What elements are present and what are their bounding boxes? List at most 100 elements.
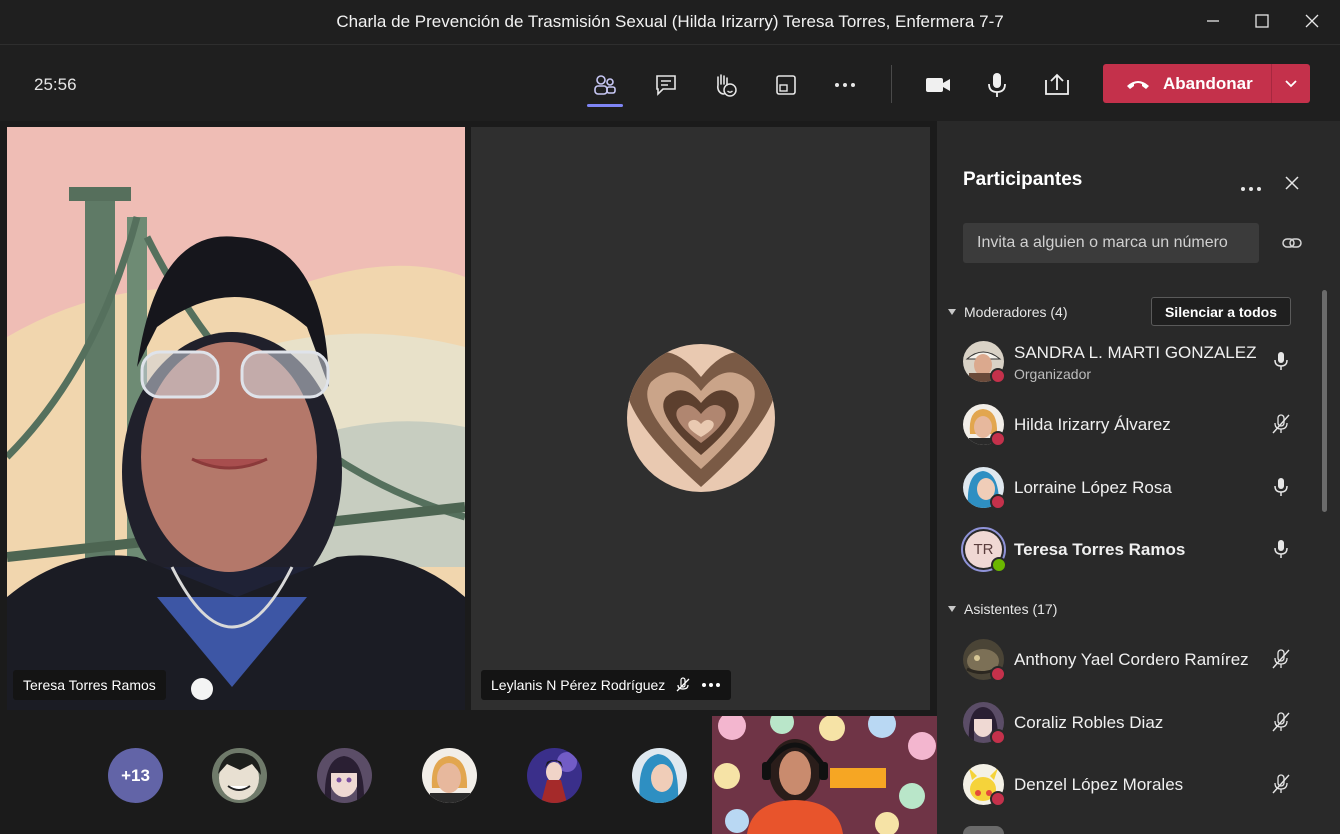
microphone-icon: [1274, 540, 1288, 558]
participant-name: SANDRA L. MARTI GONZALEZ: [1014, 343, 1257, 362]
share-tray-button[interactable]: [766, 65, 806, 105]
avatar-photo-blue-hair: [632, 748, 687, 803]
window-title: Charla de Prevención de Trasmisión Sexua…: [336, 12, 1004, 31]
presence-busy: [990, 368, 1006, 384]
participant-row[interactable]: Hilda Irizarry Álvarez: [937, 396, 1317, 452]
microphone-icon: [988, 73, 1006, 97]
self-view-video[interactable]: [712, 716, 937, 834]
leave-main[interactable]: Abandonar: [1103, 64, 1271, 103]
participant-row[interactable]: Denzel López Morales: [937, 756, 1317, 812]
people-icon: [594, 75, 616, 95]
partial-avatar: [963, 826, 1004, 834]
avatar: [963, 764, 1006, 807]
presence-busy: [990, 431, 1006, 447]
strip-avatar[interactable]: [422, 748, 477, 803]
avatar: [963, 404, 1006, 447]
hang-up-icon: [1127, 80, 1149, 89]
participant-row[interactable]: Coraliz Robles Diaz: [937, 694, 1317, 750]
ellipsis-icon[interactable]: [701, 682, 721, 688]
leave-options-button[interactable]: [1272, 64, 1310, 103]
meeting-timer: 25:56: [34, 75, 77, 94]
avatar-anime-girl: [317, 748, 372, 803]
panel-scrollbar[interactable]: [1322, 290, 1327, 512]
share-content-button[interactable]: [1037, 65, 1077, 105]
participant-avatar-heart: [627, 344, 775, 492]
mute-all-button[interactable]: Silenciar a todos: [1151, 297, 1291, 326]
participant-name: Anthony Yael Cordero Ramírez: [1014, 650, 1249, 669]
participants-button[interactable]: [585, 65, 625, 107]
video-tile-name-text: Leylanis N Pérez Rodríguez: [491, 677, 666, 693]
panel-close-button[interactable]: [1284, 175, 1300, 196]
caret-down-icon: [948, 309, 956, 315]
mic-off-icon: [1272, 712, 1290, 732]
panel-title: Participantes: [963, 169, 1083, 190]
mic-off-icon: [1272, 414, 1290, 434]
mic-off-icon: [1272, 774, 1290, 794]
participant-name: Teresa Torres Ramos: [1014, 540, 1186, 559]
strip-avatar[interactable]: [632, 748, 687, 803]
participant-role: Organizador: [1014, 366, 1092, 382]
participant-row[interactable]: SANDRA L. MARTI GONZALEZ Organizador: [937, 333, 1317, 389]
avatar-anime-warrior: [527, 748, 582, 803]
presence-busy: [990, 494, 1006, 510]
panel-more-button[interactable]: [1240, 179, 1262, 197]
chat-button[interactable]: [646, 65, 686, 105]
participant-row[interactable]: Lorraine López Rosa: [937, 459, 1317, 515]
leave-label: Abandonar: [1163, 73, 1253, 93]
presence-available: [991, 557, 1007, 573]
video-tile-name: Teresa Torres Ramos: [13, 670, 166, 700]
microphone-icon: [1274, 352, 1288, 370]
participant-video: [7, 127, 465, 710]
microphone-icon: [1274, 478, 1288, 496]
video-tile-name-text: Teresa Torres Ramos: [23, 677, 156, 693]
more-participants-badge[interactable]: +13: [108, 748, 163, 803]
avatar-anime-smile: [212, 748, 267, 803]
ellipsis-icon: [835, 83, 855, 87]
avatar-photo-woman: [422, 748, 477, 803]
title-bar: Charla de Prevención de Trasmisión Sexua…: [0, 0, 1340, 45]
camera-button[interactable]: [918, 65, 958, 105]
avatar: [963, 467, 1006, 510]
maximize-icon: [1255, 14, 1269, 28]
close-icon: [1305, 14, 1319, 28]
screen-share-icon: [776, 75, 796, 95]
maximize-button[interactable]: [1245, 8, 1279, 34]
presence-busy: [990, 791, 1006, 807]
avatar: [963, 639, 1006, 682]
video-camera-icon: [926, 78, 950, 92]
avatar: [963, 341, 1006, 384]
attendees-label: Asistentes (17): [964, 601, 1058, 617]
video-stage: Teresa Torres Ramos Leylanis N Pérez Rod…: [0, 121, 937, 834]
attendees-section-toggle[interactable]: Asistentes (17): [947, 601, 1057, 617]
participant-row[interactable]: Anthony Yael Cordero Ramírez: [937, 631, 1317, 687]
more-actions-button[interactable]: [825, 65, 865, 105]
strip-avatar[interactable]: [212, 748, 267, 803]
meeting-toolbar: 25:56 Abandonar: [0, 45, 1340, 121]
leave-button[interactable]: Abandonar: [1103, 64, 1310, 103]
chat-icon: [656, 75, 676, 96]
presence-busy: [990, 729, 1006, 745]
caret-down-icon: [948, 606, 956, 612]
participants-panel: Participantes Moderadores (4) Silenciar …: [937, 121, 1340, 834]
participant-name: Hilda Irizarry Álvarez: [1014, 415, 1171, 434]
moderators-label: Moderadores (4): [964, 304, 1068, 320]
self-view-image: [712, 716, 937, 834]
close-window-button[interactable]: [1295, 8, 1329, 34]
invite-input[interactable]: [963, 223, 1259, 263]
share-upload-icon: [1045, 73, 1069, 95]
share-invite-link-button[interactable]: [1281, 233, 1303, 258]
participant-name: Lorraine López Rosa: [1014, 478, 1172, 497]
video-tile-leylanis[interactable]: Leylanis N Pérez Rodríguez: [471, 127, 930, 710]
participant-row[interactable]: TR Teresa Torres Ramos: [937, 521, 1317, 577]
close-icon: [1285, 176, 1299, 190]
video-tile-teresa[interactable]: Teresa Torres Ramos: [7, 127, 465, 710]
participant-name: Denzel López Morales: [1014, 775, 1184, 794]
raise-hand-button[interactable]: [705, 65, 745, 105]
microphone-button[interactable]: [977, 65, 1017, 105]
strip-avatar[interactable]: [527, 748, 582, 803]
strip-avatar[interactable]: [317, 748, 372, 803]
muted-mic-icon: [676, 677, 690, 692]
minimize-button[interactable]: [1196, 8, 1230, 34]
moderators-section-toggle[interactable]: Moderadores (4): [947, 304, 1068, 320]
toolbar-divider: [891, 65, 892, 103]
